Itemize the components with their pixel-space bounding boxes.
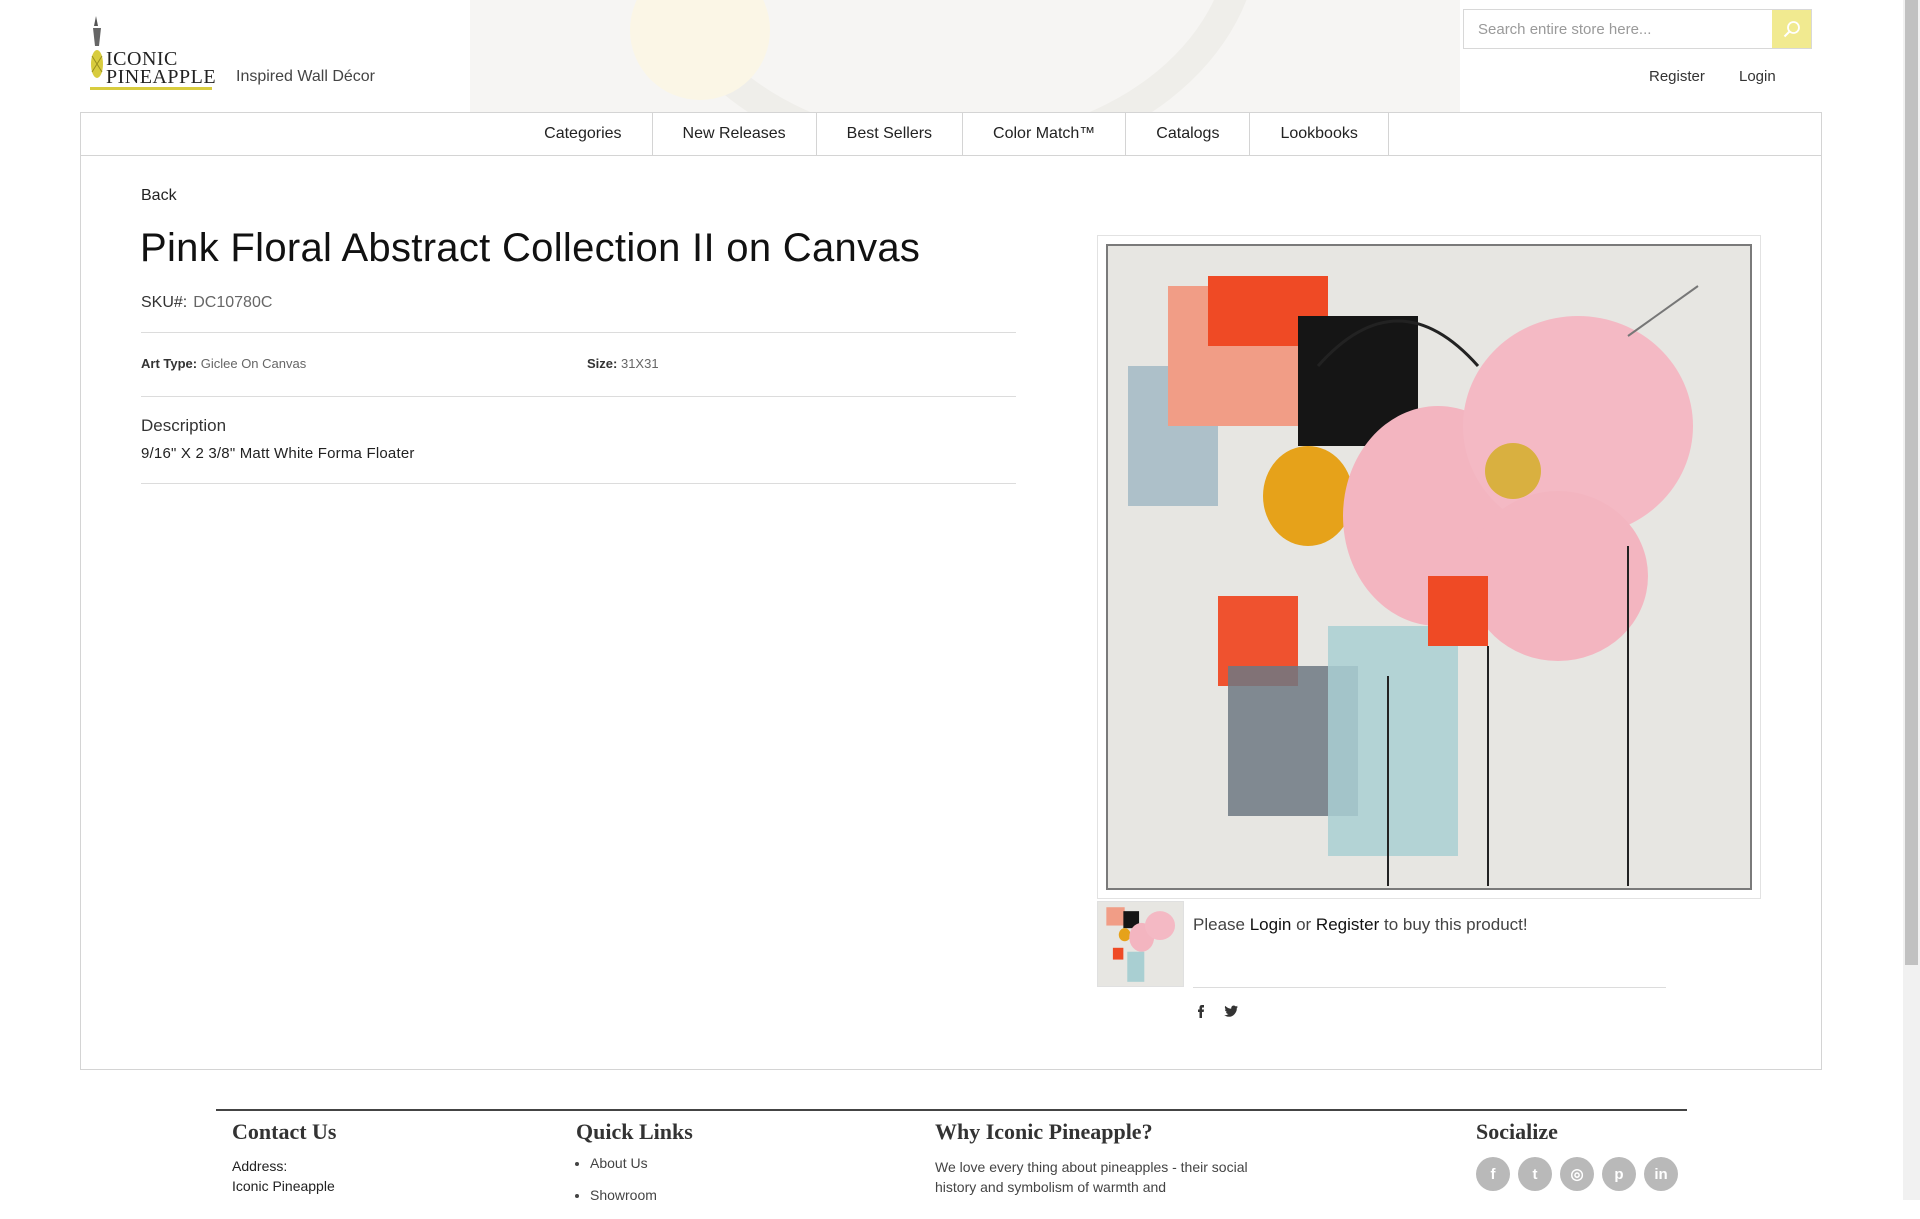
- site-logo[interactable]: ICONIC PINEAPPLE: [88, 14, 217, 90]
- linkedin-icon[interactable]: in: [1644, 1157, 1678, 1191]
- quick-link-showroom[interactable]: Showroom: [590, 1187, 657, 1203]
- product-image: [1106, 244, 1752, 890]
- search-input[interactable]: [1464, 10, 1764, 48]
- divider: [141, 483, 1016, 484]
- socialize-heading: Socialize: [1476, 1119, 1558, 1144]
- art-type-attribute: Art Type: Giclee On Canvas: [141, 356, 306, 371]
- sku-label: SKU#:: [141, 294, 188, 311]
- register-link[interactable]: Register: [1649, 68, 1705, 85]
- pinterest-icon[interactable]: p: [1602, 1157, 1636, 1191]
- buy-login-link[interactable]: Login: [1250, 915, 1292, 934]
- size-label: Size:: [587, 356, 618, 371]
- divider: [141, 332, 1016, 333]
- header-background: [470, 0, 1460, 112]
- product-thumbnail[interactable]: [1097, 901, 1184, 987]
- quick-links-heading: Quick Links: [576, 1119, 693, 1144]
- buy-or-text: or: [1296, 915, 1312, 934]
- buy-register-link[interactable]: Register: [1316, 915, 1379, 934]
- facebook-icon[interactable]: [1193, 1003, 1209, 1019]
- product-title: Pink Floral Abstract Collection II on Ca…: [140, 226, 921, 270]
- page-scrollbar[interactable]: [1903, 0, 1920, 1200]
- description-text: 9/16" X 2 3/8" Matt White Forma Floater: [141, 445, 415, 462]
- logo-underline: [90, 87, 212, 90]
- sku-value: DC10780C: [193, 294, 273, 311]
- nav-item-categories[interactable]: Categories: [513, 113, 653, 155]
- art-type-value: Giclee On Canvas: [200, 356, 307, 371]
- nav-item-catalogs[interactable]: Catalogs: [1126, 113, 1251, 155]
- why-text: We love every thing about pineapples - t…: [935, 1159, 1248, 1195]
- description-heading: Description: [141, 416, 227, 435]
- size-attribute: Size: 31X31: [587, 356, 659, 371]
- buy-suffix-text: to buy this product!: [1383, 915, 1528, 934]
- size-value: 31X31: [620, 356, 659, 371]
- logo-text-line2: PINEAPPLE: [106, 66, 217, 88]
- why-heading: Why Iconic Pineapple?: [935, 1119, 1153, 1144]
- product-image-frame[interactable]: [1097, 235, 1761, 899]
- footer-divider: [216, 1109, 1687, 1111]
- buy-prefix-text: Please: [1193, 915, 1245, 934]
- scrollbar-thumb[interactable]: [1905, 0, 1918, 965]
- address-line: Iconic Pineapple: [232, 1178, 335, 1194]
- facebook-icon[interactable]: f: [1476, 1157, 1510, 1191]
- divider: [1193, 987, 1666, 988]
- pineapple-logo-icon: [91, 16, 103, 78]
- login-link[interactable]: Login: [1739, 68, 1776, 85]
- twitter-icon[interactable]: t: [1518, 1157, 1552, 1191]
- login-to-buy-message: Please Login or Register to buy this pro…: [1193, 915, 1528, 935]
- address-label: Address:: [232, 1158, 288, 1174]
- social-links: f t ◎ p in: [1476, 1157, 1678, 1191]
- nav-item-new-releases[interactable]: New Releases: [653, 113, 817, 155]
- nav-item-lookbooks[interactable]: Lookbooks: [1250, 113, 1389, 155]
- contact-heading: Contact Us: [232, 1119, 337, 1144]
- twitter-icon[interactable]: [1223, 1003, 1239, 1019]
- nav-item-best-sellers[interactable]: Best Sellers: [817, 113, 964, 155]
- main-navigation: Categories New Releases Best Sellers Col…: [80, 112, 1822, 156]
- search-icon: [1783, 21, 1800, 38]
- product-sku: SKU#: DC10780C: [141, 294, 272, 312]
- search-button[interactable]: [1772, 10, 1811, 48]
- quick-link-about-us[interactable]: About Us: [590, 1155, 657, 1171]
- search-box: [1463, 9, 1812, 49]
- quick-links-list: About Us Showroom: [578, 1155, 657, 1219]
- divider: [141, 396, 1016, 397]
- instagram-icon[interactable]: ◎: [1560, 1157, 1594, 1191]
- back-link[interactable]: Back: [141, 187, 177, 205]
- nav-item-color-match[interactable]: Color Match™: [963, 113, 1127, 155]
- art-type-label: Art Type:: [141, 356, 198, 371]
- site-tagline: Inspired Wall Décor: [236, 68, 376, 85]
